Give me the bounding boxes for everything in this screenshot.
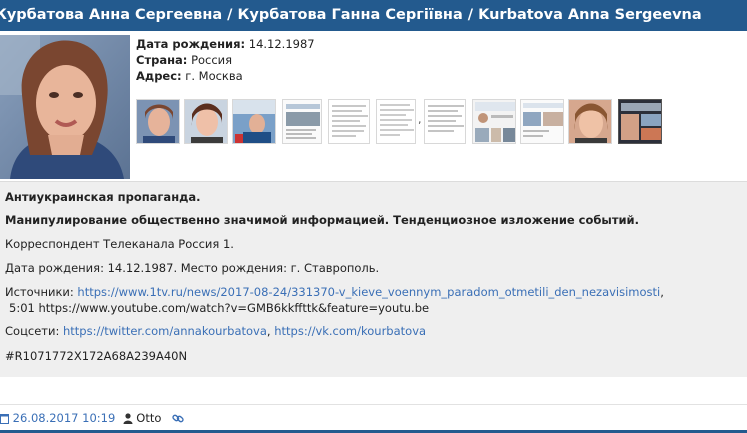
post-author[interactable]: Otto [136, 411, 161, 425]
portrait-image [0, 35, 130, 179]
profile-photo[interactable] [0, 35, 130, 179]
country-row: Страна: Россия [136, 52, 315, 68]
source-youtube-text: https://www.youtube.com/watch?v=GMB6kkff… [38, 301, 430, 315]
birth-label: Дата рождения: [136, 37, 246, 51]
profile-card: Дата рождения: 14.12.1987 Страна: Россия… [0, 31, 747, 181]
description-summary: Манипулирование общественно значимой инф… [5, 213, 639, 227]
thumbnail-separator: , [418, 113, 422, 126]
social-separator: , [266, 324, 271, 338]
sources-line-2: 5:01 https://www.youtube.com/watch?v=GMB… [9, 300, 429, 316]
social-link-twitter[interactable]: https://twitter.com/annakourbatova [63, 324, 267, 338]
address-label: Адрес: [136, 69, 182, 83]
post-meta: 26.08.2017 10:19 Otto [0, 410, 185, 428]
source-link-1tv[interactable]: https://www.1tv.ru/news/2017-08-24/33137… [77, 285, 660, 299]
post-footer: 26.08.2017 10:19 Otto [0, 377, 747, 433]
post-date[interactable]: 26.08.2017 10:19 [13, 411, 116, 425]
calendar-icon [0, 412, 9, 428]
description-birth: Дата рождения: 14.12.1987. Место рождени… [5, 261, 380, 275]
thumbnail-1[interactable] [136, 99, 180, 144]
thumbnail-9[interactable] [520, 99, 564, 144]
thumbnail-8[interactable] [472, 99, 516, 144]
link-icon[interactable] [172, 412, 185, 428]
description-position: Корреспондент Телеканала Россия 1. [5, 237, 234, 251]
thumbnail-gallery: , [136, 99, 666, 144]
social-link-vk[interactable]: https://vk.com/kourbatova [274, 324, 426, 338]
birth-value: 14.12.1987 [248, 37, 315, 51]
social-label: Соцсети: [5, 324, 60, 338]
profile-info: Дата рождения: 14.12.1987 Страна: Россия… [136, 36, 315, 84]
thumbnail-2[interactable] [184, 99, 228, 144]
social-line: Соцсети: https://twitter.com/annakourbat… [5, 323, 426, 339]
page-title: Курбатова Анна Сергеевна / Курбатова Ган… [0, 0, 747, 31]
address-row: Адрес: г. Москва [136, 68, 315, 84]
thumbnail-11[interactable] [618, 99, 662, 144]
birth-row: Дата рождения: 14.12.1987 [136, 36, 315, 52]
thumbnail-6[interactable] [376, 99, 416, 144]
thumbnail-5[interactable] [328, 99, 370, 144]
description-panel: Антиукраинская пропаганда. Манипулирован… [0, 181, 747, 378]
user-icon [123, 412, 133, 428]
country-label: Страна: [136, 53, 188, 67]
thumbnail-7[interactable] [424, 99, 466, 144]
record-hash: #R1071772X172A68A239A40N [5, 349, 188, 363]
sources-label: Источники: [5, 285, 74, 299]
source-link-comma: , [660, 285, 664, 299]
thumbnail-10[interactable] [568, 99, 612, 144]
thumbnail-3[interactable] [232, 99, 276, 144]
description-headline: Антиукраинская пропаганда. [5, 190, 201, 204]
country-value: Россия [191, 53, 233, 67]
address-value: г. Москва [185, 69, 243, 83]
source-timestamp: 5:01 [9, 301, 35, 315]
footer-divider [0, 404, 747, 405]
thumbnail-4[interactable] [282, 99, 322, 144]
sources-line: Источники: https://www.1tv.ru/news/2017-… [5, 284, 664, 300]
